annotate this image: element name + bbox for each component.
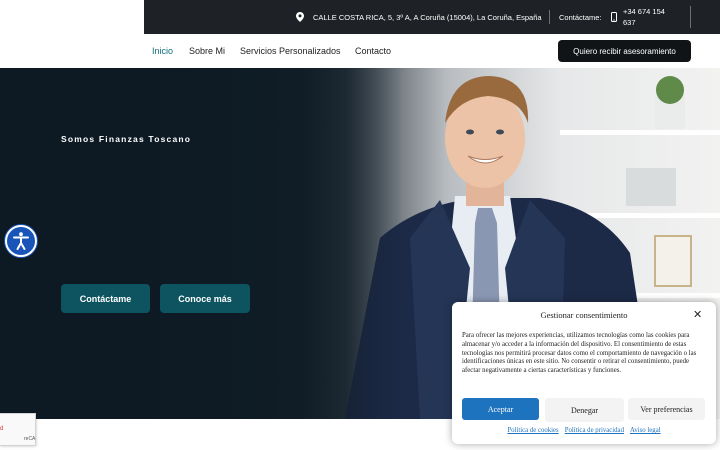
deny-button[interactable]: Denegar (545, 398, 624, 422)
logo-area[interactable] (0, 0, 145, 68)
preferences-button[interactable]: Ver preferencias (628, 398, 705, 420)
asesoramiento-button[interactable]: Quiero recibir asesoramiento (558, 40, 691, 62)
phone-icon (611, 0, 617, 34)
phone-line-2: 637 (623, 18, 636, 27)
hero-title: Somos Finanzas Toscano (61, 134, 192, 144)
top-bar: CALLE COSTA RICA, 5, 3º A, A Coruña (150… (144, 0, 720, 34)
phone-number[interactable]: +34 674 154 637 (623, 6, 665, 28)
main-nav: Inicio Sobre Mi Servicios Personalizados… (144, 34, 720, 69)
legal-notice-link[interactable]: Aviso legal (630, 427, 661, 434)
conoce-mas-button[interactable]: Conoce más (160, 284, 250, 313)
nav-item-sobre-mi[interactable]: Sobre Mi (189, 34, 225, 68)
address-text: CALLE COSTA RICA, 5, 3º A, A Coruña (150… (313, 12, 542, 22)
close-icon[interactable]: ✕ (693, 308, 702, 321)
nav-item-contacto[interactable]: Contacto (355, 34, 391, 68)
nav-item-inicio[interactable]: Inicio (152, 34, 173, 68)
map-marker-icon (296, 0, 304, 34)
consent-body: Para ofrecer las mejores experiencias, u… (462, 332, 697, 375)
nav-item-servicios[interactable]: Servicios Personalizados (240, 34, 341, 68)
divider (690, 6, 691, 28)
accessibility-button[interactable] (5, 225, 37, 257)
recaptcha-badge[interactable]: d reCA (0, 413, 36, 446)
contactame-button[interactable]: Contáctame (61, 284, 150, 313)
divider (549, 10, 550, 24)
accessibility-icon (13, 232, 29, 250)
phone-line-1: +34 674 154 (623, 7, 665, 16)
consent-links: Política de cookies Política de privacid… (452, 427, 716, 434)
recaptcha-label: reCA (24, 436, 36, 442)
cookie-policy-link[interactable]: Política de cookies (507, 427, 558, 434)
consent-modal: Gestionar consentimiento ✕ Para ofrecer … (452, 302, 716, 444)
privacy-policy-link[interactable]: Política de privacidad (565, 427, 624, 434)
accept-button[interactable]: Aceptar (462, 398, 539, 420)
contact-label: Contáctame: (559, 12, 602, 22)
recaptcha-mark: d (0, 426, 4, 432)
consent-title: Gestionar consentimiento (540, 310, 628, 320)
